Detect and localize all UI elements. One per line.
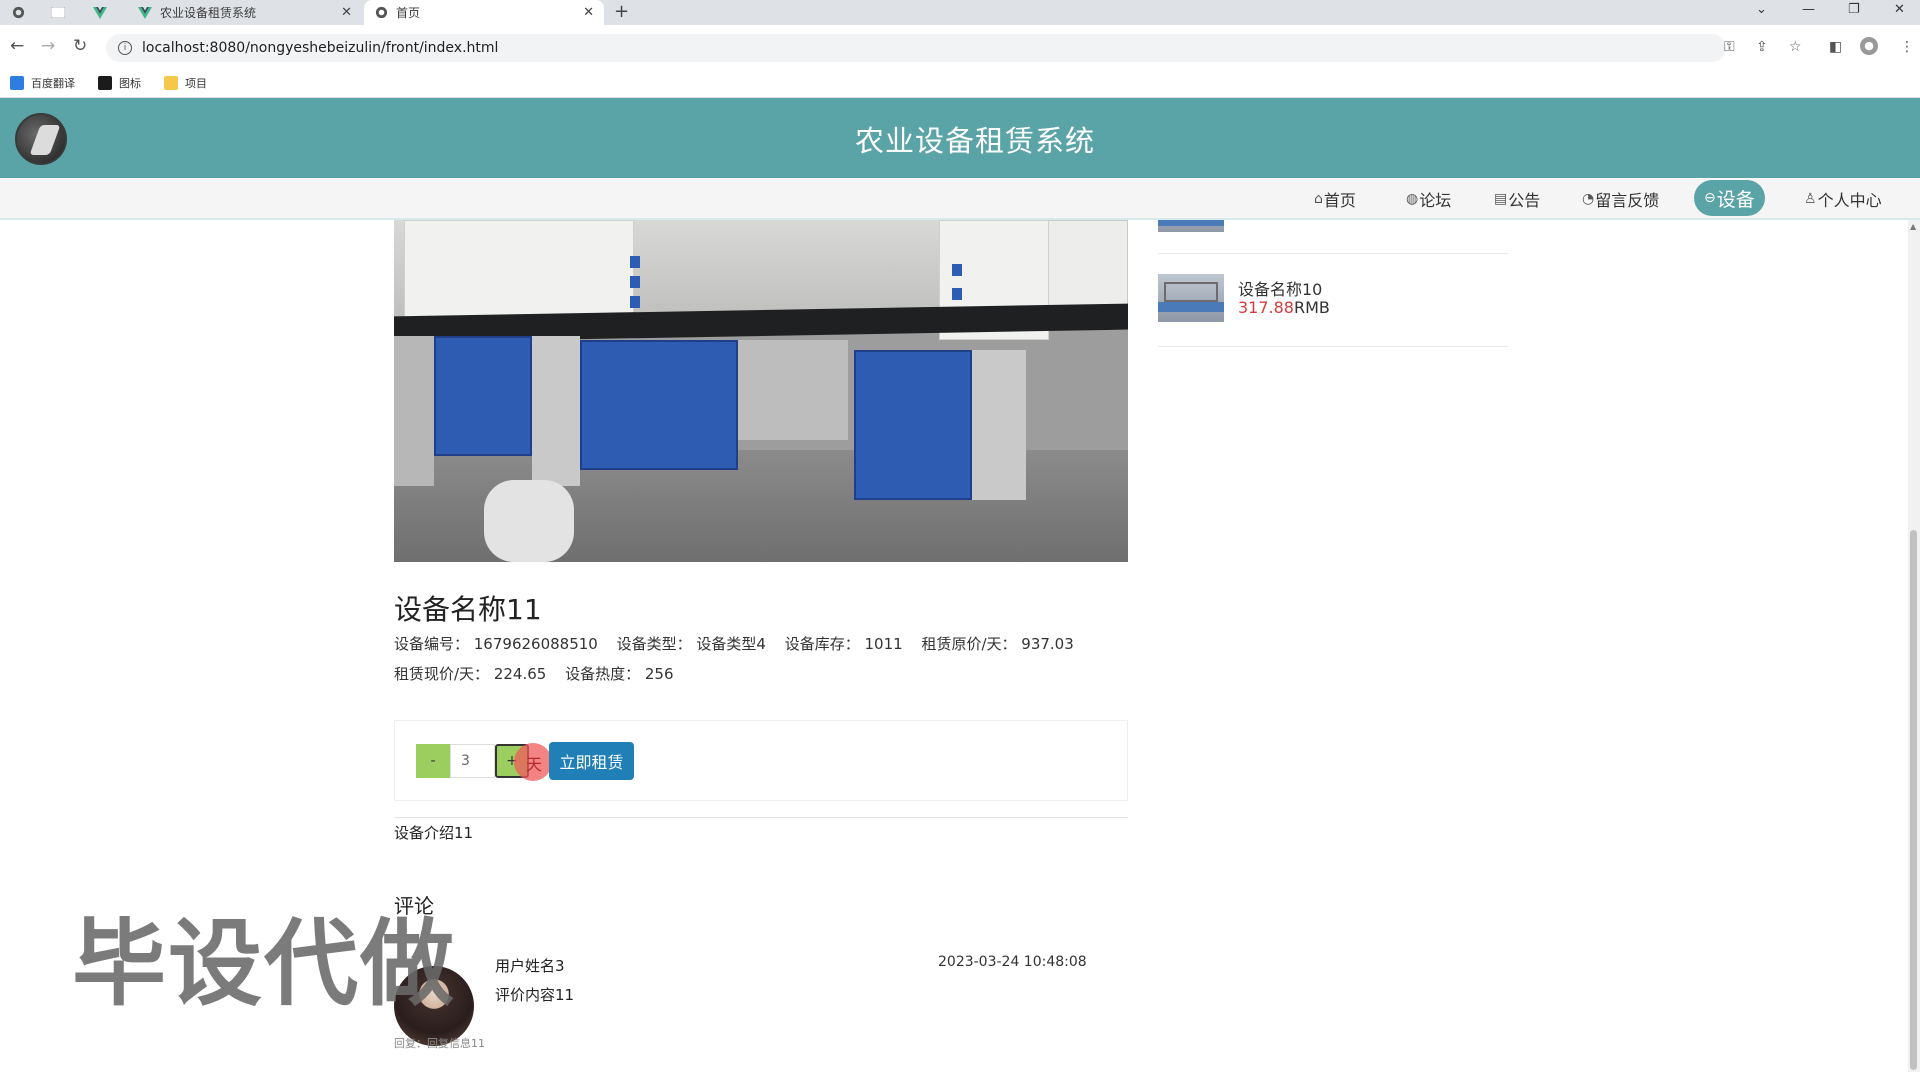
quantity-input[interactable]: 3 [450, 744, 495, 778]
close-tab-icon[interactable]: ✕ [341, 5, 352, 20]
bookmark-star-icon[interactable]: ☆ [1789, 39, 1802, 55]
browser-tab[interactable] [12, 0, 32, 25]
product-original-price: 租赁原价/天： 937.03 [921, 635, 1074, 653]
nav-label: 首页 [1323, 191, 1356, 210]
url-text: localhost:8080/nongyeshebeizulin/front/i… [142, 40, 499, 56]
blank-page-icon [51, 6, 65, 20]
menu-kebab-icon[interactable]: ⋮ [1900, 39, 1914, 55]
tab-title: 首页 [396, 6, 421, 20]
nav-label: 设备 [1716, 188, 1755, 211]
share-icon[interactable]: ⇪ [1756, 39, 1768, 55]
tab-title: 农业设备租赁系统 [160, 6, 257, 20]
price-value: 317.88 [1238, 298, 1294, 317]
product-stock: 设备库存： 1011 [784, 635, 903, 653]
side-panel-icon[interactable]: ◧ [1829, 39, 1842, 55]
site-info-icon[interactable]: i [118, 41, 132, 55]
close-window-icon[interactable]: ✕ [1894, 2, 1905, 17]
rent-panel: - 3 + 天 立即租赁 [394, 720, 1128, 801]
bookmark-label: 图标 [119, 77, 141, 90]
browser-tab[interactable] [51, 0, 72, 25]
browser-tab-admin[interactable]: 农业设备租赁系统 ✕ [130, 0, 362, 25]
side-item-name[interactable]: 设备名称10 [1238, 276, 1322, 300]
site-header: 农业设备租赁系统 [0, 98, 1920, 178]
product-image [394, 220, 1128, 562]
nav-user-center[interactable]: ♙ 个人中心 [1804, 187, 1882, 211]
bookmarks-bar: 百度翻译 图标 项目 [0, 69, 1920, 98]
reload-icon[interactable]: ↻ [73, 36, 87, 56]
globe-icon [374, 6, 388, 20]
product-current-price: 租赁现价/天： 224.65 [394, 665, 547, 683]
home-icon: ⌂ [1314, 191, 1323, 207]
restore-icon[interactable]: ❐ [1848, 2, 1860, 17]
site-title: 农业设备租赁系统 [854, 124, 1095, 158]
bookmark-item[interactable]: 图标 [98, 75, 141, 91]
nav-notice[interactable]: ▤ 公告 [1494, 187, 1540, 211]
price-currency: RMB [1293, 298, 1330, 317]
product-popularity: 设备热度： 256 [565, 665, 674, 683]
nav-label: 公告 [1508, 191, 1541, 210]
comment-text: 评价内容11 [495, 986, 575, 1004]
scroll-thumb[interactable] [1910, 530, 1917, 1070]
translate-icon [10, 76, 24, 90]
address-bar-row: ← → ↻ i localhost:8080/nongyeshebeizulin… [0, 25, 1920, 69]
product-meta-line: 设备编号： 1679626088510 设备类型： 设备类型4 设备库存： 10… [394, 633, 1088, 654]
vue-logo-icon [138, 6, 152, 20]
product-intro: 设备介绍11 [394, 824, 474, 842]
feedback-icon: ◔ [1582, 191, 1595, 207]
folder-icon [164, 76, 178, 90]
device-icon: ⊖ [1704, 190, 1716, 206]
browser-tab-bar: 农业设备租赁系统 ✕ 首页 ✕ + ⌄ — ❐ ✕ [0, 0, 1920, 25]
quantity-unit: 天 [526, 755, 543, 774]
nav-home[interactable]: ⌂ 首页 [1314, 187, 1356, 211]
main-nav: ⌂ 首页 ◍ 论坛 ▤ 公告 ◔ 留言反馈 ⊖ 设备 ♙ 个人中心 [0, 178, 1920, 220]
browser-tab-home[interactable]: 首页 ✕ [364, 0, 604, 25]
product-code: 设备编号： 1679626088510 [394, 635, 598, 653]
quantity-decrement-button[interactable]: - [416, 744, 450, 778]
product-type: 设备类型： 设备类型4 [616, 635, 766, 653]
product-meta-line: 租赁现价/天： 224.65 设备热度： 256 [394, 663, 688, 684]
browser-tab[interactable] [93, 0, 114, 25]
comment-time: 2023-03-24 10:48:08 [938, 954, 1087, 970]
side-divider [1158, 346, 1508, 347]
new-tab-button[interactable]: + [614, 1, 629, 22]
comment-user-name: 用户姓名3 [495, 957, 565, 975]
scroll-up-icon[interactable]: ▲ [1910, 222, 1916, 231]
close-tab-icon[interactable]: ✕ [583, 5, 594, 20]
forward-icon[interactable]: → [41, 36, 55, 56]
nav-label: 留言反馈 [1595, 191, 1660, 210]
user-icon: ♙ [1804, 191, 1817, 207]
bookmark-label: 项目 [185, 77, 207, 90]
side-item-thumbnail[interactable] [1158, 274, 1224, 322]
vue-logo-icon [93, 6, 107, 20]
watermark-text: 毕设代做 [72, 910, 457, 1019]
url-input[interactable]: i localhost:8080/nongyeshebeizulin/front… [106, 34, 1726, 62]
product-title: 设备名称11 [394, 593, 542, 626]
nav-label: 论坛 [1419, 191, 1452, 210]
side-item-thumbnail[interactable] [1158, 220, 1224, 232]
back-icon[interactable]: ← [10, 36, 24, 56]
globe-icon [12, 6, 25, 20]
forum-icon: ◍ [1406, 191, 1419, 207]
bookmark-item[interactable]: 百度翻译 [10, 75, 75, 91]
nav-device[interactable]: ⊖ 设备 [1694, 180, 1765, 216]
page-scrollbar[interactable]: ▲ [1908, 220, 1920, 1072]
bookmark-item[interactable]: 项目 [164, 75, 207, 91]
profile-avatar-icon[interactable]: ● [1860, 37, 1878, 55]
divider [394, 817, 1128, 818]
nav-forum[interactable]: ◍ 论坛 [1406, 187, 1451, 211]
minimize-icon[interactable]: — [1802, 2, 1815, 17]
side-item-price: 317.88RMB [1238, 298, 1330, 317]
key-icon[interactable]: ⚿ [1724, 39, 1735, 55]
nav-label: 个人中心 [1817, 191, 1882, 210]
rent-now-button[interactable]: 立即租赁 [549, 742, 634, 780]
image-icon [98, 76, 112, 90]
nav-feedback[interactable]: ◔ 留言反馈 [1582, 187, 1659, 211]
comment-reply: 回复：回复信息11 [394, 1037, 485, 1050]
notice-icon: ▤ [1494, 191, 1508, 207]
bookmark-label: 百度翻译 [31, 77, 75, 90]
tab-search-icon[interactable]: ⌄ [1756, 2, 1767, 17]
side-divider [1158, 253, 1508, 254]
page-content: 设备名称11 设备编号： 1679626088510 设备类型： 设备类型4 设… [0, 220, 1920, 1072]
